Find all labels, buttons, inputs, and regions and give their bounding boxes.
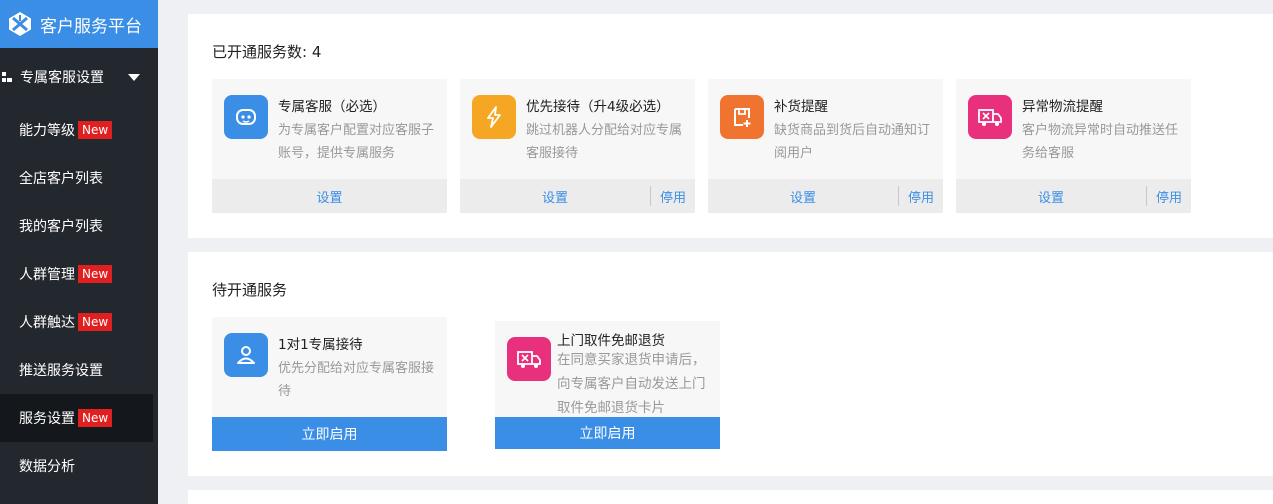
sidebar-item-all-customers[interactable]: 全店客户列表	[0, 154, 158, 202]
sidebar-item-label: 服务设置	[19, 411, 75, 427]
lightning-icon	[472, 95, 516, 139]
service-card-abnormal-logistics: 异常物流提醒 客户物流异常时自动推送任务给客服 设置 停用	[956, 79, 1191, 213]
truck-return-icon	[507, 337, 551, 381]
next-panel	[188, 490, 1273, 504]
sidebar-item-label: 全店客户列表	[19, 171, 103, 187]
sidebar-item-data-analysis[interactable]: 数据分析	[0, 442, 158, 490]
sidebar-item-push-settings[interactable]: 推送服务设置	[0, 346, 158, 394]
settings-button[interactable]: 设置	[460, 187, 650, 206]
settings-button[interactable]: 设置	[212, 187, 447, 206]
settings-button[interactable]: 设置	[956, 187, 1146, 206]
disable-button[interactable]: 停用	[899, 187, 943, 206]
logo-icon	[9, 12, 31, 36]
sidebar-group-label: 专属客服设置	[20, 70, 104, 86]
brand-title: 客户服务平台	[40, 16, 142, 37]
sidebar-item-label: 我的客户列表	[19, 219, 103, 235]
restock-icon	[720, 95, 764, 139]
enable-now-button[interactable]: 立即启用	[495, 423, 720, 443]
card-description: 优先分配给对应专属客服接待	[278, 361, 435, 399]
sidebar-item-label: 能力等级	[19, 123, 75, 139]
group-icon	[2, 72, 12, 82]
pending-services-panel: 待开通服务 1对1专属接待 优先分配给对应专属客服接待 立即启用 上门取件免邮退…	[188, 252, 1273, 476]
service-card-pickup-return: 上门取件免邮退货 在同意买家退货申请后，向专属客户自动发送上门取件免邮退货卡片 …	[495, 321, 720, 449]
opened-services-panel: 已开通服务数: 4 专属客服（必选） 为专属客户配置对应客服子账号，提供专属服务…	[188, 14, 1273, 238]
sidebar: 客户服务平台 专属客服设置 能力等级 New 全店客户列表 我的客户列表 人群管…	[0, 0, 158, 504]
card-footer: 立即启用	[495, 417, 720, 449]
service-card-restock-reminder: 补货提醒 缺货商品到货后自动通知订阅用户 设置 停用	[708, 79, 943, 213]
disable-button[interactable]: 停用	[1147, 187, 1191, 206]
brand-header[interactable]: 客户服务平台	[0, 0, 158, 48]
sidebar-item-crowd-management[interactable]: 人群管理 New	[0, 250, 158, 298]
card-description: 跳过机器人分配给对应专属客服接待	[526, 123, 683, 161]
card-title: 补货提醒	[774, 99, 828, 115]
disable-button[interactable]: 停用	[651, 187, 695, 206]
card-footer: 设置 停用	[460, 179, 695, 213]
card-footer: 设置 停用	[956, 179, 1191, 213]
sidebar-item-label: 数据分析	[19, 459, 75, 475]
user-icon	[224, 333, 268, 377]
bot-face-icon	[224, 95, 268, 139]
card-title: 上门取件免邮退货	[557, 333, 665, 349]
card-description: 为专属客户配置对应客服子账号，提供专属服务	[278, 123, 435, 161]
card-footer: 设置	[212, 179, 447, 213]
card-title: 专属客服（必选）	[278, 99, 386, 115]
truck-icon	[968, 95, 1012, 139]
card-description: 客户物流异常时自动推送任务给客服	[1022, 123, 1179, 161]
sidebar-item-label: 推送服务设置	[19, 363, 103, 379]
card-footer: 设置 停用	[708, 179, 943, 213]
new-badge: New	[78, 121, 113, 139]
sidebar-item-label: 人群管理	[19, 267, 75, 283]
card-description: 在同意买家退货申请后，向专属客户自动发送上门取件免邮退货卡片	[557, 352, 706, 416]
sidebar-item-service-settings[interactable]: 服务设置 New	[0, 394, 153, 442]
service-card-exclusive-cs: 专属客服（必选） 为专属客户配置对应客服子账号，提供专属服务 设置	[212, 79, 447, 213]
card-title: 1对1专属接待	[278, 337, 363, 353]
card-title: 优先接待（升4级必选）	[526, 99, 670, 115]
new-badge: New	[78, 313, 113, 331]
service-card-priority-reception: 优先接待（升4级必选） 跳过机器人分配给对应专属客服接待 设置 停用	[460, 79, 695, 213]
card-description: 缺货商品到货后自动通知订阅用户	[774, 123, 931, 161]
sidebar-item-label: 人群触达	[19, 315, 75, 331]
sidebar-item-crowd-reach[interactable]: 人群触达 New	[0, 298, 158, 346]
service-card-one-to-one: 1对1专属接待 优先分配给对应专属客服接待 立即启用	[212, 317, 447, 451]
enable-now-button[interactable]: 立即启用	[212, 424, 447, 444]
card-footer: 立即启用	[212, 417, 447, 451]
sidebar-item-ability-level[interactable]: 能力等级 New	[0, 106, 158, 154]
sidebar-group-exclusive-service[interactable]: 专属客服设置	[0, 48, 158, 106]
new-badge: New	[78, 265, 113, 283]
opened-services-title: 已开通服务数: 4	[212, 43, 322, 61]
sidebar-item-my-customers[interactable]: 我的客户列表	[0, 202, 158, 250]
pending-services-title: 待开通服务	[212, 281, 288, 299]
settings-button[interactable]: 设置	[708, 187, 898, 206]
chevron-down-icon[interactable]	[128, 73, 140, 81]
new-badge: New	[78, 409, 113, 427]
card-title: 异常物流提醒	[1022, 99, 1103, 115]
